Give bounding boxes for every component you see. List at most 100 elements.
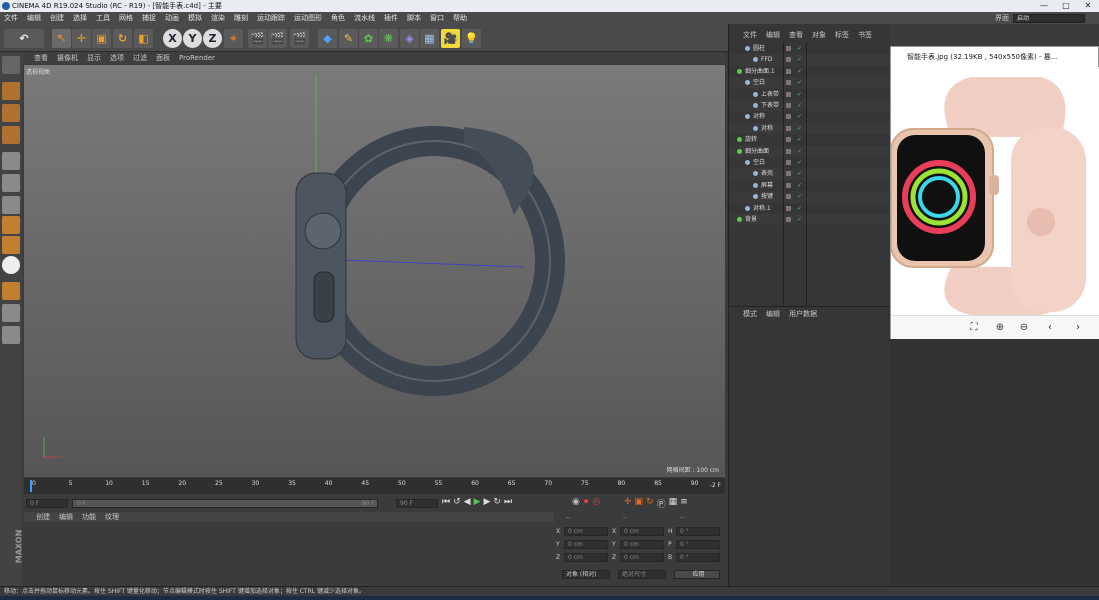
end-frame-field[interactable]: 90 F [396, 499, 438, 508]
menu-item[interactable]: 窗口 [430, 13, 444, 23]
current-frame-field[interactable]: 0 F [26, 499, 68, 508]
menu-item[interactable]: 模拟 [188, 13, 202, 23]
coord-value-field[interactable]: 0 cm [564, 527, 608, 536]
enable-check-icon[interactable]: ✓ [797, 89, 802, 100]
fit-icon[interactable]: ⛶ [967, 321, 981, 335]
coordinate-system-icon[interactable]: ⌖ [224, 29, 243, 48]
object-row[interactable]: 空白 ✓ [729, 157, 891, 168]
layout-dropdown[interactable]: 启动 [1013, 13, 1085, 23]
enable-check-icon[interactable]: ✓ [797, 203, 802, 214]
coord-mode-dropdown[interactable]: 对象 (相对) [562, 570, 610, 579]
polygons-mode-icon[interactable] [2, 196, 20, 214]
menu-item[interactable]: 运动跟踪 [257, 13, 285, 23]
menu-item[interactable]: 捕捉 [142, 13, 156, 23]
timeline-ruler[interactable]: 0 5 10 15 20 25 30 35 40 45 50 55 60 65 70 75 80 85 90 -2 … [24, 478, 725, 494]
enable-check-icon[interactable]: ✓ [797, 191, 802, 202]
enable-check-icon[interactable]: ✓ [797, 100, 802, 111]
deformer-icon[interactable]: ◈ [400, 29, 419, 48]
menu-item[interactable]: 动画 [165, 13, 179, 23]
coord-value-field[interactable]: 0 cm [620, 553, 664, 562]
zoom-out-icon[interactable]: ⊖ [1017, 321, 1031, 335]
next-icon[interactable]: › [1071, 321, 1085, 335]
prev-frame-button[interactable]: ◀ [464, 497, 471, 507]
enable-check-icon[interactable]: ✓ [797, 214, 802, 225]
object-menu-item[interactable]: 标签 [835, 30, 849, 40]
menu-item[interactable]: 文件 [4, 13, 18, 23]
playhead[interactable] [30, 480, 32, 492]
visibility-dots-icon[interactable] [786, 217, 791, 222]
viewport-menu-item[interactable]: ProRender [179, 54, 215, 62]
visibility-dots-icon[interactable] [786, 194, 791, 200]
enable-check-icon[interactable]: ✓ [797, 180, 802, 191]
material-menu-item[interactable]: 创建 [36, 512, 50, 522]
menu-item[interactable]: 网格 [119, 13, 133, 23]
edges-mode-icon[interactable] [2, 174, 20, 192]
render-view-icon[interactable]: 🎬 [248, 29, 267, 48]
parameter-key-icon[interactable]: Ⓟ [657, 497, 666, 510]
menu-item[interactable]: 脚本 [407, 13, 421, 23]
object-row[interactable]: 对称.1 ✓ [729, 203, 891, 214]
preview-range-slider[interactable]: 0 F 90 F [72, 499, 378, 508]
visibility-dots-icon[interactable] [786, 114, 791, 120]
visibility-dots-icon[interactable] [786, 125, 791, 131]
select-tool-icon[interactable]: ↖ [52, 29, 71, 48]
rotate-tool-icon[interactable]: ↻ [113, 29, 132, 48]
menu-item[interactable]: 创建 [50, 13, 64, 23]
attribute-menu-item[interactable]: 用户数据 [789, 309, 817, 319]
material-menu-item[interactable]: 纹理 [105, 512, 119, 522]
attribute-menu-item[interactable]: 模式 [743, 309, 757, 319]
recent-tool-icon[interactable]: ◧ [134, 29, 153, 48]
menu-item[interactable]: 运动图形 [294, 13, 322, 23]
visibility-dots-icon[interactable] [786, 205, 791, 211]
floor-scene-icon[interactable]: ▦ [420, 29, 439, 48]
menu-item[interactable]: 选择 [73, 13, 87, 23]
object-row[interactable]: 下表带 ✓ [729, 100, 891, 112]
scale-key-icon[interactable]: ▣ [635, 497, 644, 510]
object-row[interactable]: 细分曲面 ✓ [729, 145, 891, 157]
lock-workplane-icon[interactable] [2, 304, 20, 322]
visibility-dots-icon[interactable] [786, 182, 791, 188]
z-axis-lock-icon[interactable]: Z [203, 29, 222, 48]
magnet-icon[interactable] [2, 282, 20, 300]
enable-check-icon[interactable]: ✓ [797, 134, 802, 145]
play-button[interactable]: ▶ [474, 497, 481, 507]
viewport-menu-item[interactable]: 选项 [110, 53, 124, 63]
coord-value-field[interactable]: 0 cm [564, 540, 608, 549]
close-button[interactable]: ✕ [1077, 0, 1099, 12]
cube-object-icon[interactable]: ◆ [318, 29, 337, 48]
viewport-menu-item[interactable]: 摄像机 [57, 53, 78, 63]
material-menu-item[interactable]: 编辑 [59, 512, 73, 522]
make-editable-icon[interactable] [2, 56, 20, 74]
object-row[interactable]: 屏幕 ✓ [729, 180, 891, 191]
coord-value-field[interactable]: 0 cm [564, 553, 608, 562]
object-row[interactable]: 上表带 ✓ [729, 89, 891, 100]
coord-value-field[interactable]: 0 ° [676, 553, 720, 562]
prev-key-button[interactable]: ↺ [453, 497, 461, 507]
enable-check-icon[interactable]: ✓ [797, 66, 802, 77]
object-menu-item[interactable]: 编辑 [766, 30, 780, 40]
pen-spline-icon[interactable]: ✎ [339, 29, 358, 48]
visibility-dots-icon[interactable] [786, 91, 791, 97]
viewport-menu-item[interactable]: 过滤 [133, 53, 147, 63]
scale-tool-icon[interactable]: ▣ [92, 29, 111, 48]
coord-value-field[interactable]: 0 cm [620, 540, 664, 549]
tweak-mode-icon[interactable] [2, 236, 20, 254]
viewport-menu-item[interactable]: 查看 [34, 53, 48, 63]
rotation-key-icon[interactable]: ↻ [646, 497, 654, 510]
object-row[interactable]: 圆柱 ✓ [729, 43, 891, 54]
watch-model[interactable] [24, 65, 725, 477]
menu-item[interactable]: 工具 [96, 13, 110, 23]
autokey-icon[interactable]: ⏺ [584, 497, 589, 507]
pla-key-icon[interactable]: ▦ [669, 497, 678, 510]
viewport[interactable]: 透视视图 网格间距 : 100 cm [24, 65, 725, 477]
render-picture-viewer-icon[interactable]: 🎬 [268, 29, 287, 48]
menu-item[interactable]: 流水线 [354, 13, 375, 23]
enable-check-icon[interactable]: ✓ [797, 123, 802, 134]
visibility-dots-icon[interactable] [786, 57, 791, 63]
record-keys-icon[interactable]: ◉ [572, 497, 580, 507]
menu-item[interactable]: 角色 [331, 13, 345, 23]
coord-value-field[interactable]: 0 cm [620, 527, 664, 536]
enable-check-icon[interactable]: ✓ [797, 146, 802, 157]
visibility-dots-icon[interactable] [786, 171, 791, 177]
position-key-icon[interactable]: ✛ [624, 497, 632, 510]
